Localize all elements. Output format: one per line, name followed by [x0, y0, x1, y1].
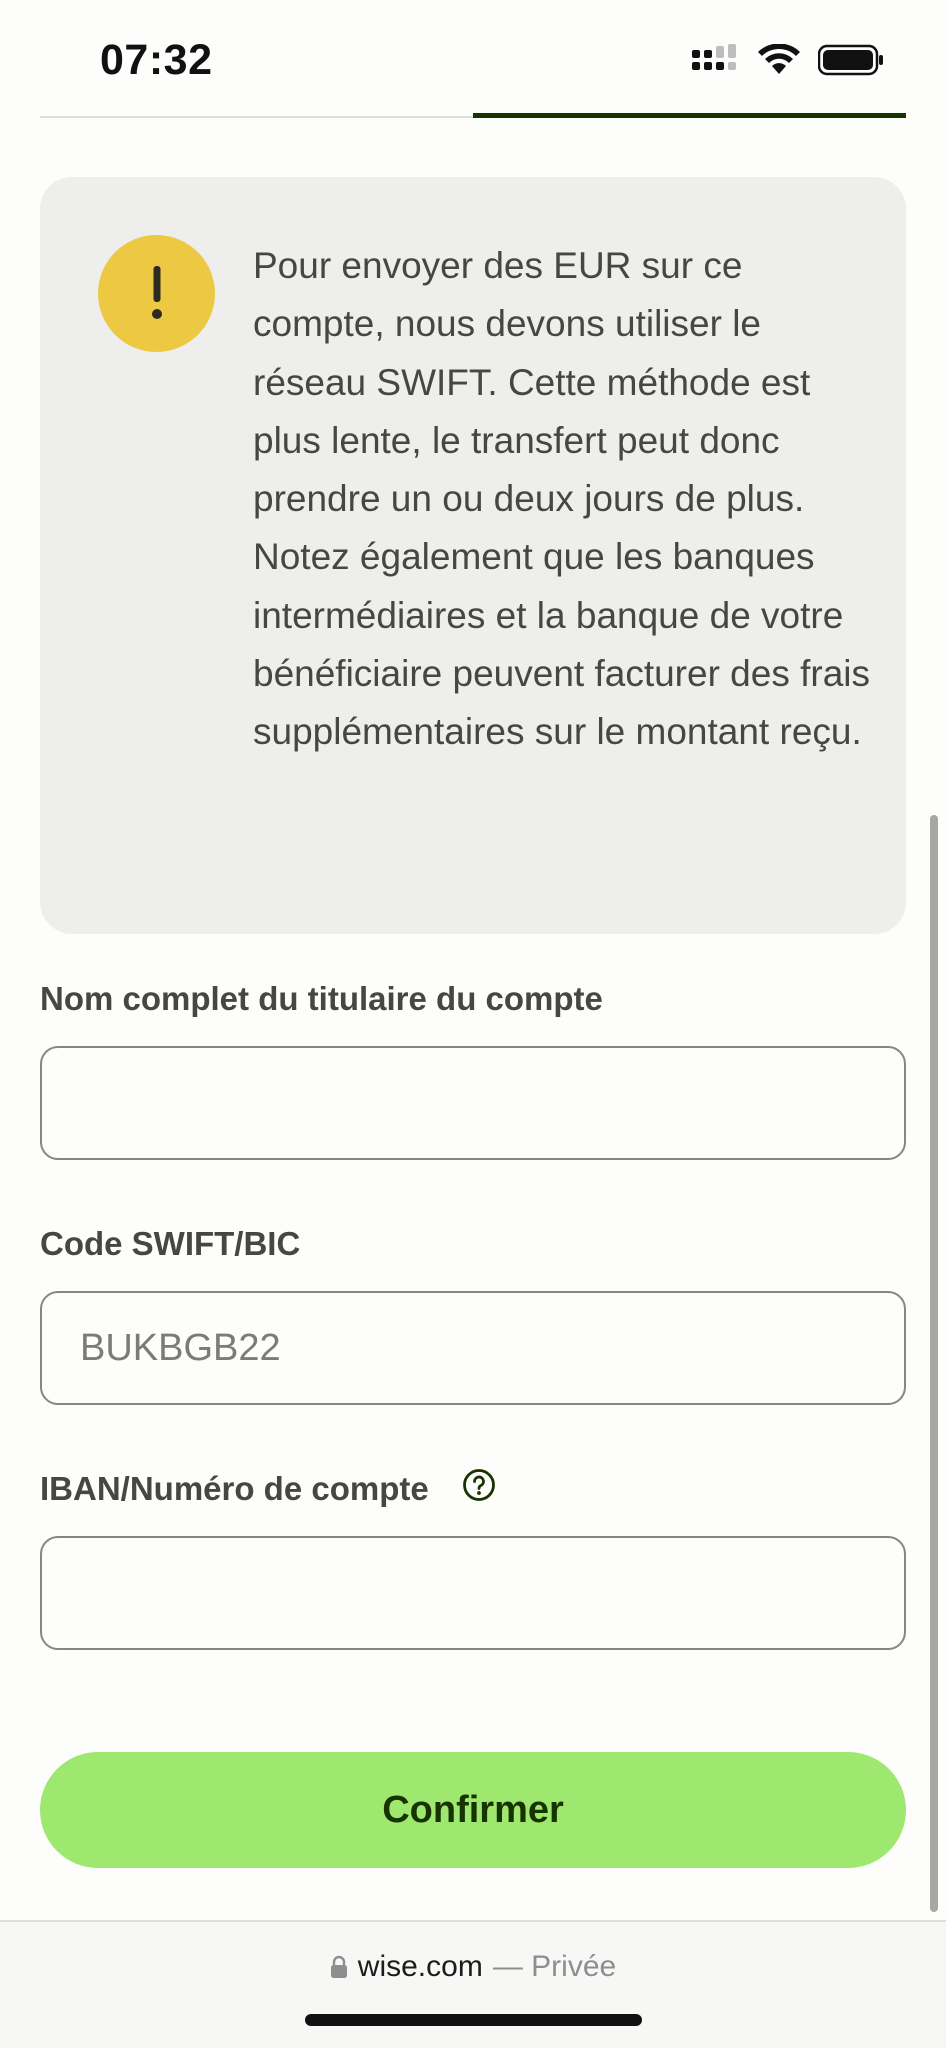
status-time: 07:32 — [100, 36, 213, 84]
browser-bottom-bar — [0, 1920, 946, 2048]
wifi-icon — [758, 44, 800, 74]
question-circle-icon[interactable] — [462, 1468, 496, 1502]
account-holder-label: Nom complet du titulaire du compte — [40, 980, 603, 1017]
privacy-mode-label: — Privée — [492, 1950, 617, 1983]
scrollbar[interactable] — [930, 815, 938, 1912]
iban-label: IBAN/Numéro de compte — [40, 1470, 429, 1507]
swift-warning-alert: Pour envoyer des EUR sur ce compte, nous… — [40, 177, 906, 934]
status-bar: 07:32 — [0, 0, 946, 112]
exclamation-icon — [98, 235, 215, 352]
url-bar[interactable]: wise.com — Privée — [0, 1950, 946, 1984]
exclamation-glyph — [151, 265, 162, 319]
swift-input[interactable] — [40, 1291, 906, 1405]
battery-icon — [818, 44, 883, 76]
confirm-button[interactable]: Confirmer — [40, 1752, 906, 1868]
page: 07:32 Pour envoyer des EUR sur ce compte… — [0, 0, 946, 2048]
alert-message: Pour envoyer des EUR sur ce compte, nous… — [253, 245, 871, 753]
url-domain: wise.com — [357, 1950, 483, 1983]
iban-input[interactable] — [40, 1536, 906, 1650]
tab-active-indicator — [473, 113, 906, 118]
home-indicator — [305, 2014, 642, 2026]
lock-icon — [330, 1955, 347, 1978]
signal-icon — [692, 44, 736, 70]
swift-label: Code SWIFT/BIC — [40, 1225, 301, 1262]
account-holder-input[interactable] — [40, 1046, 906, 1160]
status-icons — [692, 44, 884, 76]
